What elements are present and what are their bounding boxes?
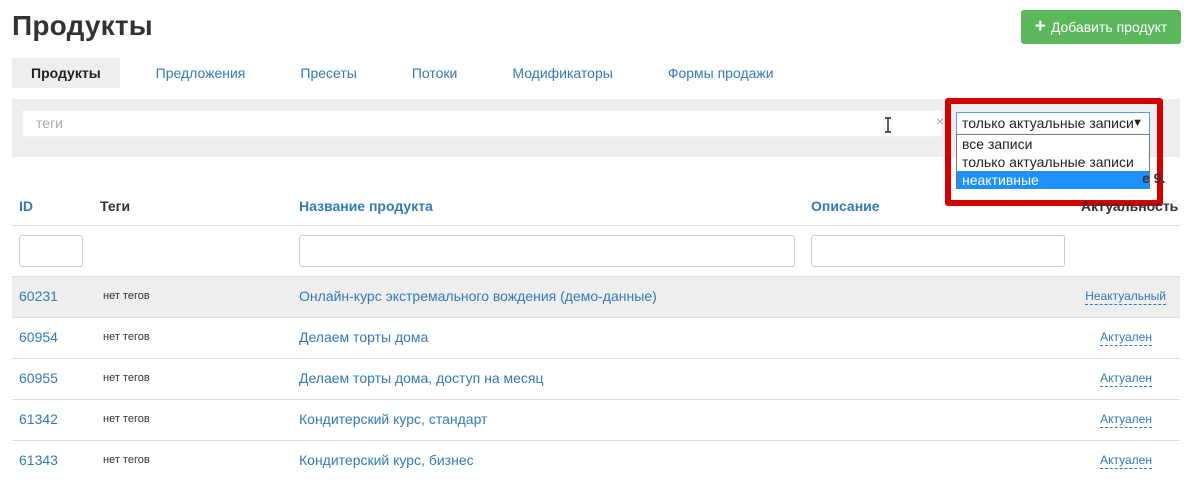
status-toggle[interactable]: Актуален: [1100, 412, 1152, 428]
tab-products[interactable]: Продукты: [12, 58, 120, 88]
id-filter-input[interactable]: [19, 235, 83, 267]
chevron-down-icon: ▼: [1132, 117, 1143, 129]
product-tags: нет тегов: [103, 372, 150, 384]
add-product-button[interactable]: + Добавить продукт: [1021, 10, 1181, 44]
product-id-link[interactable]: 61342: [19, 411, 58, 427]
status-select-value: только актуальные записи: [962, 115, 1134, 131]
product-tags: нет тегов: [103, 413, 150, 425]
status-dropdown-list: все записи только актуальные записи неак…: [956, 134, 1150, 189]
table-row: 60954 нет тегов Делаем торты дома Актуал…: [12, 317, 1180, 358]
text-cursor-icon: [885, 117, 891, 133]
status-filter-select[interactable]: только актуальные записи ▼: [956, 112, 1150, 135]
option-inactive[interactable]: неактивные: [957, 171, 1149, 189]
tags-filter-input[interactable]: теги: [22, 110, 942, 137]
product-tags: нет тегов: [103, 290, 150, 302]
status-toggle[interactable]: Неактуальный: [1085, 289, 1166, 305]
option-all-records[interactable]: все записи: [957, 135, 1149, 153]
table-row: 61343 нет тегов Кондитерский курс, бизне…: [12, 440, 1180, 481]
tab-streams[interactable]: Потоки: [393, 58, 477, 88]
table-row: 61342 нет тегов Кондитерский курс, станд…: [12, 399, 1180, 440]
table-row: 60231 нет тегов Онлайн-курс экстремально…: [12, 276, 1180, 317]
status-toggle[interactable]: Актуален: [1100, 371, 1152, 387]
product-name-link[interactable]: Кондитерский курс, стандарт: [299, 411, 487, 427]
plus-icon: +: [1034, 15, 1046, 37]
add-product-label: Добавить продукт: [1050, 19, 1168, 35]
column-header-id[interactable]: ID: [19, 198, 33, 214]
tab-offers[interactable]: Предложения: [137, 58, 265, 88]
product-id-link[interactable]: 61343: [19, 452, 58, 468]
tab-sale-forms[interactable]: Формы продажи: [649, 58, 793, 88]
product-tags: нет тегов: [103, 454, 150, 466]
product-id-link[interactable]: 60231: [19, 288, 58, 304]
tab-bar: Продукты Предложения Пресеты Потоки Моди…: [12, 58, 810, 88]
product-id-link[interactable]: 60954: [19, 329, 58, 345]
product-name-link[interactable]: Онлайн-курс экстремального вождения (дем…: [299, 288, 657, 304]
page-title: Продукты: [12, 10, 153, 41]
product-name-link[interactable]: Делаем торты дома, доступ на месяц: [299, 370, 544, 386]
product-tags: нет тегов: [103, 331, 150, 343]
header-divider: [12, 225, 1180, 226]
records-count: е 9.: [1142, 170, 1166, 186]
tab-presets[interactable]: Пресеты: [281, 58, 375, 88]
product-name-link[interactable]: Делаем торты дома: [299, 329, 428, 345]
product-name-link[interactable]: Кондитерский курс, бизнес: [299, 452, 474, 468]
option-actual-records[interactable]: только актуальные записи: [957, 153, 1149, 171]
name-filter-input[interactable]: [299, 235, 795, 267]
column-header-tags: Теги: [100, 198, 131, 214]
column-header-status: Актуальность: [1081, 198, 1179, 214]
column-header-name[interactable]: Название продукта: [299, 198, 433, 214]
column-header-description[interactable]: Описание: [811, 198, 880, 214]
status-toggle[interactable]: Актуален: [1100, 453, 1152, 469]
description-filter-input[interactable]: [811, 235, 1065, 267]
table-row: 60955 нет тегов Делаем торты дома, досту…: [12, 358, 1180, 399]
tab-modifiers[interactable]: Модификаторы: [493, 58, 631, 88]
clear-tags-icon[interactable]: ×: [936, 113, 944, 129]
status-toggle[interactable]: Актуален: [1100, 330, 1152, 346]
product-id-link[interactable]: 60955: [19, 370, 58, 386]
